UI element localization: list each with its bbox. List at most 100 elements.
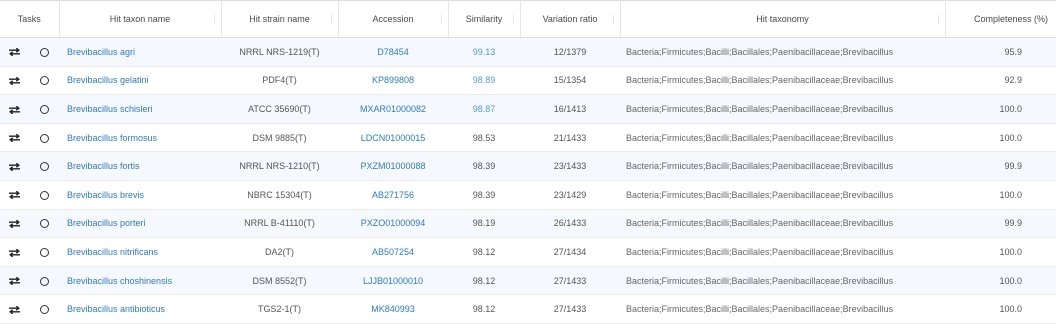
variation-ratio: 27/1433 — [520, 266, 621, 296]
task-swap-cell — [0, 66, 29, 96]
hit-taxon-name-link[interactable]: Brevibacillus choshinensis — [67, 276, 172, 286]
accession-cell: PXZO01000094 — [338, 209, 449, 239]
variation-ratio: 16/1413 — [520, 94, 621, 124]
radio-circle-icon[interactable] — [39, 162, 49, 172]
header-similarity[interactable]: Similarity — [448, 0, 521, 38]
radio-circle-icon[interactable] — [39, 276, 49, 286]
completeness-value: 99.9 — [945, 151, 1056, 181]
accession-cell: KP899808 — [338, 66, 449, 96]
hit-taxonomy: Bacteria;Firmicutes;Bacilli;Bacillales;P… — [620, 37, 946, 67]
sort-icon — [330, 15, 332, 23]
table-row: Brevibacillus formosus DSM 9885(T) LDCN010… — [0, 123, 1056, 153]
radio-circle-icon[interactable] — [39, 47, 49, 57]
hit-taxon-name-link[interactable]: Brevibacillus formosus — [67, 133, 157, 143]
hit-taxon-name-link[interactable]: Brevibacillus nitrificans — [67, 247, 158, 257]
swap-arrows-icon[interactable] — [9, 191, 20, 200]
radio-circle-icon[interactable] — [39, 219, 49, 229]
task-select-cell — [29, 66, 60, 96]
hit-taxon-name-link[interactable]: Brevibacillus fortis — [67, 161, 140, 171]
swap-arrows-icon[interactable] — [9, 248, 20, 257]
similarity-value: 98.39 — [472, 189, 496, 200]
radio-circle-icon[interactable] — [39, 248, 49, 258]
hit-taxon-name-cell: Brevibacillus agri — [59, 37, 222, 67]
accession-link[interactable]: PXZM01000088 — [360, 161, 425, 171]
similarity-value[interactable]: 99.13 — [473, 47, 496, 57]
task-select-cell — [29, 37, 60, 67]
similarity-value: 98.39 — [472, 161, 496, 172]
swap-arrows-icon[interactable] — [9, 277, 20, 286]
accession-link[interactable]: PXZO01000094 — [361, 218, 426, 228]
task-select-cell — [29, 209, 60, 239]
header-accession[interactable]: Accession — [338, 0, 449, 38]
hit-taxon-name-link[interactable]: Brevibacillus brevis — [67, 190, 144, 200]
hit-taxon-name-link[interactable]: Brevibacillus gelatini — [67, 75, 149, 85]
similarity-value: 98.19 — [472, 218, 496, 229]
task-select-cell — [29, 94, 60, 124]
accession-link[interactable]: D78454 — [377, 47, 409, 57]
radio-circle-icon[interactable] — [39, 133, 49, 143]
hit-taxonomy: Bacteria;Firmicutes;Bacilli;Bacillales;P… — [620, 66, 946, 96]
sort-icon — [612, 15, 614, 23]
completeness-value: 92.9 — [945, 66, 1056, 96]
variation-ratio: 15/1354 — [520, 66, 621, 96]
sort-icon — [512, 15, 514, 23]
radio-circle-icon[interactable] — [39, 105, 49, 115]
hit-taxon-name-link[interactable]: Brevibacillus agri — [67, 47, 135, 57]
task-swap-cell — [0, 294, 29, 324]
completeness-value: 100.0 — [945, 237, 1056, 267]
swap-arrows-icon[interactable] — [9, 219, 20, 228]
similarity-cell: 98.89 — [448, 66, 521, 96]
accession-cell: MK840993 — [338, 294, 449, 324]
completeness-value: 100.0 — [945, 294, 1056, 324]
accession-link[interactable]: AB271756 — [372, 190, 414, 200]
radio-circle-icon[interactable] — [39, 76, 49, 86]
swap-arrows-icon[interactable] — [9, 162, 20, 171]
accession-cell: LJJB01000010 — [338, 266, 449, 296]
accession-link[interactable]: MXAR01000082 — [360, 104, 426, 114]
completeness-value: 99.9 — [945, 209, 1056, 239]
accession-link[interactable]: LDCN01000015 — [361, 133, 426, 143]
accession-cell: D78454 — [338, 37, 449, 67]
task-swap-cell — [0, 94, 29, 124]
header-variation-ratio[interactable]: Variation ratio — [520, 0, 621, 38]
completeness-value: 100.0 — [945, 123, 1056, 153]
hit-taxonomy: Bacteria;Firmicutes;Bacilli;Bacillales;P… — [620, 237, 946, 267]
accession-link[interactable]: AB507254 — [372, 247, 414, 257]
hit-taxon-name-cell: Brevibacillus brevis — [59, 180, 222, 210]
task-swap-cell — [0, 237, 29, 267]
task-select-cell — [29, 151, 60, 181]
similarity-cell: 98.19 — [448, 209, 521, 239]
task-swap-cell — [0, 180, 29, 210]
swap-arrows-icon[interactable] — [9, 77, 20, 86]
accession-link[interactable]: KP899808 — [372, 75, 414, 85]
similarity-value[interactable]: 98.89 — [473, 75, 496, 85]
swap-arrows-icon[interactable] — [9, 105, 20, 114]
accession-link[interactable]: LJJB01000010 — [363, 276, 423, 286]
header-hit-taxon-name[interactable]: Hit taxon name — [59, 0, 222, 38]
header-hit-strain-name[interactable]: Hit strain name — [221, 0, 339, 38]
hit-strain-name: DSM 9885(T) — [221, 123, 339, 153]
swap-arrows-icon[interactable] — [9, 134, 20, 143]
accession-cell: LDCN01000015 — [338, 123, 449, 153]
similarity-cell: 98.87 — [448, 94, 521, 124]
accession-cell: AB271756 — [338, 180, 449, 210]
hit-taxon-name-link[interactable]: Brevibacillus porteri — [67, 218, 146, 228]
hit-results-table: Tasks Hit taxon name Hit strain name Acc… — [0, 0, 1056, 324]
hit-taxon-name-cell: Brevibacillus schisleri — [59, 94, 222, 124]
header-completeness[interactable]: Completeness (%) — [945, 0, 1056, 38]
variation-ratio: 12/1379 — [520, 37, 621, 67]
accession-cell: AB507254 — [338, 237, 449, 267]
hit-taxon-name-cell: Brevibacillus formosus — [59, 123, 222, 153]
header-hit-taxonomy[interactable]: Hit taxonomy — [620, 0, 946, 38]
hit-taxon-name-link[interactable]: Brevibacillus schisleri — [67, 104, 153, 114]
similarity-cell: 99.13 — [448, 37, 521, 67]
similarity-cell: 98.39 — [448, 180, 521, 210]
variation-ratio: 23/1429 — [520, 180, 621, 210]
hit-strain-name: PDF4(T) — [221, 66, 339, 96]
swap-arrows-icon[interactable] — [9, 48, 20, 57]
similarity-value[interactable]: 98.87 — [473, 104, 496, 114]
radio-circle-icon[interactable] — [39, 190, 49, 200]
table-row: Brevibacillus fortis NRRL NRS-1210(T) PXZM… — [0, 151, 1056, 181]
hit-taxon-name-cell: Brevibacillus nitrificans — [59, 237, 222, 267]
hit-taxonomy: Bacteria;Firmicutes;Bacilli;Bacillales;P… — [620, 294, 946, 324]
